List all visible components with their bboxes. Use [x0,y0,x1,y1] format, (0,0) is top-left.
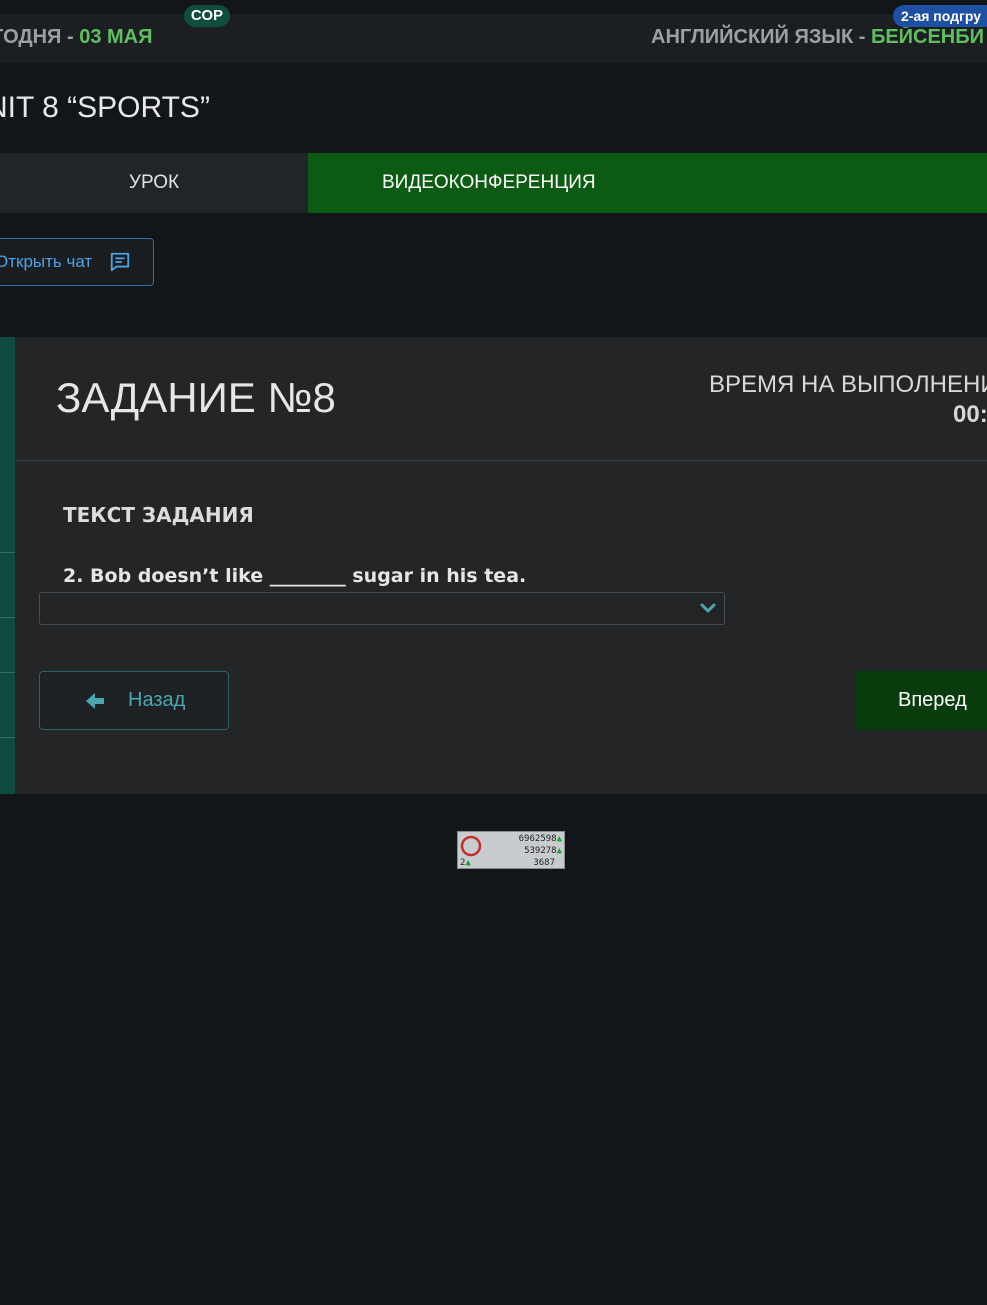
up-triangle-icon: ▲ [556,846,562,856]
panel-divider [15,460,987,461]
task-title: ЗАДАНИЕ №8 [56,374,336,421]
rail-divider [0,552,15,553]
subgroup-badge: 2-ая подгру [893,5,987,27]
rail-divider [0,737,15,738]
next-button[interactable]: Вперед [856,671,987,730]
visitor-counter[interactable]: 6962598▲ 539278▲ 3687 2▲ [457,831,565,869]
counter-logo-icon [460,835,482,857]
open-chat-button[interactable]: Открыть чат [0,238,154,286]
chevron-down-icon [700,603,716,613]
counter-line-3: 3687 [533,858,555,868]
subject-teacher: АНГЛИЙСКИЙ ЯЗЫК - БЕЙСЕНБИ [651,26,984,49]
subject-name: АНГЛИЙСКИЙ ЯЗЫК - [651,26,871,48]
time-limit-value: 00: [953,401,987,428]
answer-select[interactable] [39,592,725,625]
open-chat-label: Открыть чат [0,252,93,271]
rail-divider [0,617,15,618]
today-date: ГОДНЯ - 03 МАЯ [0,26,153,49]
sor-badge: СОР [184,5,230,27]
counter-line-1: 6962598 [518,834,557,844]
rail-divider [0,672,15,673]
up-triangle-icon: ▲ [556,834,562,844]
chat-icon [110,252,130,272]
task-text-label: ТЕКСТ ЗАДАНИЯ [63,503,254,527]
tab-videoconference[interactable]: ВИДЕОКОНФЕРЕНЦИЯ [308,153,987,213]
counter-line-2: 539278 [524,846,557,856]
unit-title: NIT 8 “SPORTS” [0,91,210,124]
today-prefix: ГОДНЯ - [0,26,80,48]
task-sidebar-rail [0,337,15,794]
tab-lesson[interactable]: УРОК [0,153,308,213]
back-button[interactable]: Назад [39,671,229,730]
today-date-value: 03 МАЯ [79,26,153,48]
teacher-name: БЕЙСЕНБИ [870,26,985,48]
question-text: 2. Bob doesn’t like ________ sugar in hi… [63,565,527,587]
up-triangle-icon: ▲ [465,858,471,868]
arrow-left-icon [86,693,104,709]
back-label: Назад [128,689,186,711]
time-limit-label: ВРЕМЯ НА ВЫПОЛНЕНИ [709,371,987,398]
